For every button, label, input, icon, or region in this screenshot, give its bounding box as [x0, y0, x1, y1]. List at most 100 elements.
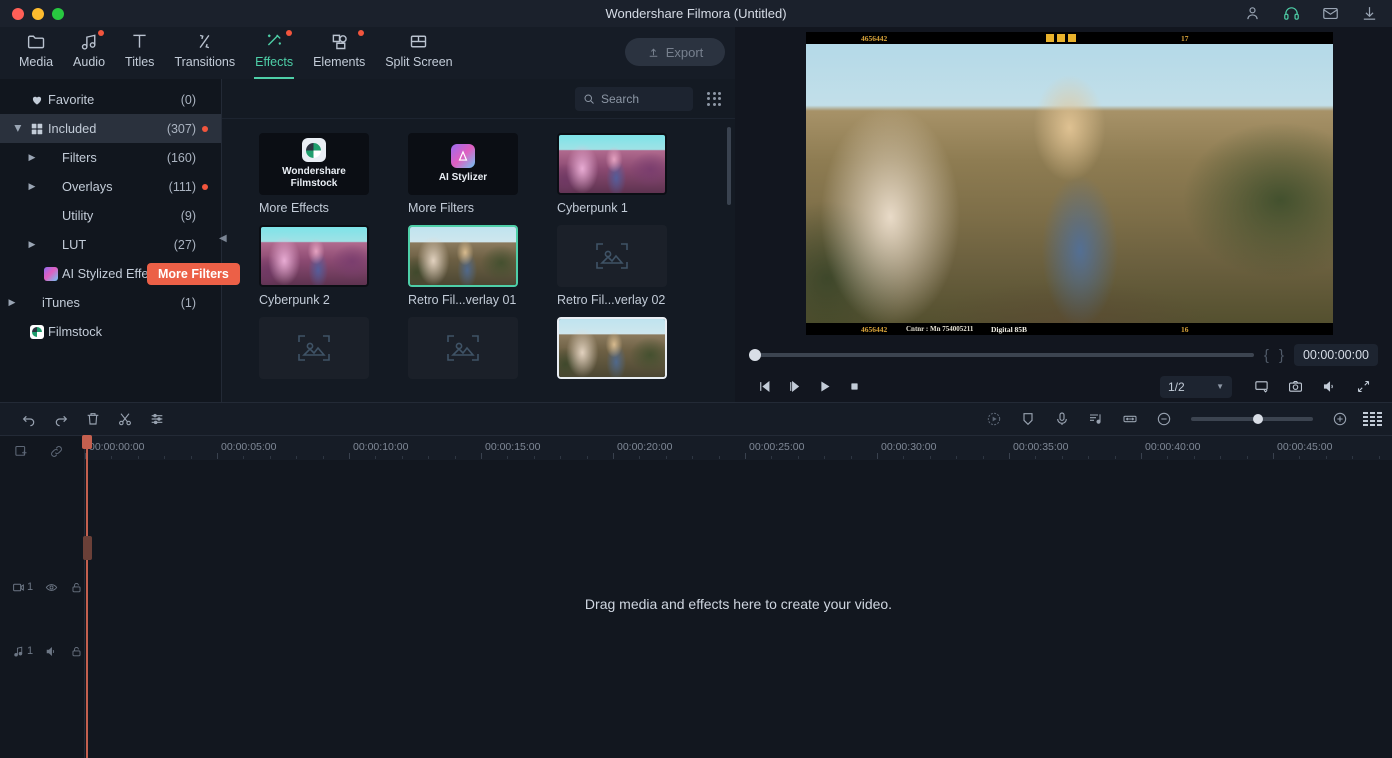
- effects-scrollbar[interactable]: [727, 127, 731, 205]
- chevron-right-icon[interactable]: ▶: [24, 181, 40, 192]
- preview-quality-select[interactable]: 1/2 ▼: [1160, 375, 1232, 398]
- grid-view-icon[interactable]: [707, 91, 721, 106]
- effect-tile-retro-film-overlay-02[interactable]: Retro Fil...verlay 02: [557, 225, 667, 307]
- close-window-button[interactable]: [12, 7, 24, 20]
- track-header-video-1[interactable]: 1: [0, 576, 85, 598]
- chevron-right-icon[interactable]: ▶: [4, 297, 20, 308]
- track-number: 1: [27, 581, 34, 593]
- effect-thumbnail[interactable]: [408, 317, 518, 379]
- voiceover-button[interactable]: [1051, 408, 1073, 430]
- search-box[interactable]: [575, 86, 693, 111]
- minimize-window-button[interactable]: [32, 7, 44, 20]
- search-input[interactable]: [601, 91, 685, 106]
- mail-icon[interactable]: [1322, 5, 1339, 22]
- effect-thumbnail[interactable]: Wondershare Filmstock: [259, 133, 369, 195]
- preview-scrubber[interactable]: [749, 349, 1254, 361]
- fullscreen-button[interactable]: [1348, 375, 1378, 399]
- export-button[interactable]: Export: [625, 38, 725, 66]
- download-icon[interactable]: [1361, 5, 1378, 22]
- render-preview-button[interactable]: [983, 408, 1005, 430]
- volume-button[interactable]: [1314, 375, 1344, 399]
- effect-tile-9[interactable]: [557, 317, 667, 385]
- track-header-audio-1[interactable]: 1: [0, 640, 85, 662]
- zoom-slider-handle[interactable]: [1253, 414, 1263, 424]
- effect-tile-more-filters[interactable]: AI Stylizer More Filters: [408, 133, 518, 215]
- effect-tile-cyberpunk-2[interactable]: Cyberpunk 2: [259, 225, 369, 307]
- update-dot: [202, 183, 208, 190]
- more-filters-tooltip[interactable]: More Filters: [147, 263, 240, 285]
- stop-button[interactable]: [839, 375, 869, 399]
- timeline-ruler[interactable]: 00:00:00:00 00:00:05:00 00:00:10:00 00:0…: [85, 436, 1392, 460]
- delete-button[interactable]: [82, 408, 104, 430]
- marker-button[interactable]: [1017, 408, 1039, 430]
- chevron-right-icon[interactable]: ▶: [24, 239, 40, 250]
- tab-transitions[interactable]: Transitions: [165, 27, 244, 79]
- lock-icon[interactable]: [70, 645, 83, 658]
- speaker-icon[interactable]: [45, 645, 58, 658]
- snapshot-button[interactable]: [1280, 375, 1310, 399]
- video-preview[interactable]: 4656442 17 4656442 Cntnr : Mn 754005211 …: [806, 32, 1333, 335]
- sidebar-item-itunes[interactable]: ▶ iTunes (1): [0, 288, 221, 317]
- effect-thumbnail[interactable]: [557, 133, 667, 195]
- tab-audio[interactable]: Audio: [64, 27, 114, 79]
- tab-split-screen[interactable]: Split Screen: [376, 27, 461, 79]
- timeline-canvas[interactable]: Drag media and effects here to create yo…: [85, 460, 1392, 758]
- undo-button[interactable]: [18, 408, 40, 430]
- link-button[interactable]: [49, 444, 64, 464]
- collapse-panel-icon[interactable]: ◀: [219, 233, 227, 244]
- effect-tile-cyberpunk-1[interactable]: Cyberpunk 1: [557, 133, 667, 215]
- sidebar-item-overlays[interactable]: ▶ Overlays (111): [0, 172, 221, 201]
- fit-timeline-button[interactable]: [1119, 408, 1141, 430]
- timeline-toolbar: [0, 402, 1392, 436]
- effect-tile-more-effects[interactable]: Wondershare Filmstock More Effects: [259, 133, 369, 215]
- scrubber-handle[interactable]: [749, 349, 761, 361]
- sidebar-item-filmstock[interactable]: Filmstock: [0, 317, 221, 346]
- ruler-label: 00:00:00:00: [89, 441, 145, 453]
- timeline-zoom-slider[interactable]: [1191, 414, 1313, 424]
- zoom-out-button[interactable]: [1153, 408, 1175, 430]
- redo-button[interactable]: [50, 408, 72, 430]
- audio-levels-icon[interactable]: [1363, 412, 1382, 426]
- account-icon[interactable]: [1244, 5, 1261, 22]
- lock-icon[interactable]: [70, 581, 83, 594]
- effect-thumbnail-selected[interactable]: [408, 225, 518, 287]
- maximize-window-button[interactable]: [52, 7, 64, 20]
- effect-thumbnail-hovered[interactable]: [557, 317, 667, 379]
- effects-category-sidebar[interactable]: Favorite (0) ▶ Included (307) ▶ Filters …: [0, 79, 222, 402]
- sliders-icon: [151, 413, 163, 425]
- effect-thumbnail[interactable]: [259, 225, 369, 287]
- support-headset-icon[interactable]: [1283, 5, 1300, 22]
- effect-tile-retro-film-overlay-01[interactable]: Retro Fil...verlay 01: [408, 225, 518, 307]
- tab-effects[interactable]: Effects: [246, 27, 302, 79]
- tab-elements[interactable]: Elements: [304, 27, 374, 79]
- chevron-down-icon[interactable]: ▶: [13, 121, 24, 137]
- effect-thumbnail[interactable]: [259, 317, 369, 379]
- mark-in-button[interactable]: {: [1264, 347, 1269, 364]
- tab-titles[interactable]: Titles: [116, 27, 163, 79]
- sidebar-item-lut[interactable]: ▶ LUT (27): [0, 230, 221, 259]
- playhead-handle[interactable]: [82, 435, 92, 449]
- prev-frame-button[interactable]: [749, 375, 779, 399]
- effect-tile-8[interactable]: [408, 317, 518, 385]
- mark-out-button[interactable]: }: [1279, 347, 1284, 364]
- audio-detach-button[interactable]: [1085, 408, 1107, 430]
- split-button[interactable]: [114, 408, 136, 430]
- effect-thumbnail[interactable]: [557, 225, 667, 287]
- adjust-button[interactable]: [146, 408, 168, 430]
- sidebar-item-included[interactable]: ▶ Included (307): [0, 114, 221, 143]
- next-frame-button[interactable]: [779, 375, 809, 399]
- timeline-playhead[interactable]: [82, 435, 92, 758]
- preview-timecode[interactable]: 00:00:00:00: [1293, 344, 1378, 366]
- zoom-in-button[interactable]: [1329, 408, 1351, 430]
- sidebar-item-filters[interactable]: ▶ Filters (160): [0, 143, 221, 172]
- sidebar-item-utility[interactable]: Utility (9): [0, 201, 221, 230]
- display-settings-button[interactable]: [1246, 375, 1276, 399]
- effect-thumbnail[interactable]: AI Stylizer: [408, 133, 518, 195]
- eye-icon[interactable]: [45, 581, 58, 594]
- play-button[interactable]: [809, 375, 839, 399]
- add-track-button[interactable]: [14, 444, 29, 464]
- sidebar-item-favorite[interactable]: Favorite (0): [0, 85, 221, 114]
- tab-media[interactable]: Media: [10, 27, 62, 79]
- effect-tile-7[interactable]: [259, 317, 369, 385]
- chevron-right-icon[interactable]: ▶: [24, 152, 40, 163]
